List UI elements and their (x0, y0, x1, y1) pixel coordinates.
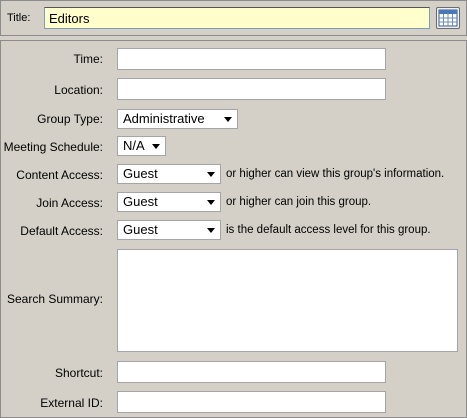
join-access-value: Guest (123, 194, 158, 209)
join-access-label: Join Access: (36, 196, 103, 210)
title-label: Title: (7, 12, 31, 24)
shortcut-label: Shortcut: (54, 366, 103, 380)
title-bar: Title: (0, 0, 467, 36)
external-id-input[interactable] (117, 391, 386, 413)
title-input[interactable] (44, 7, 430, 29)
calendar-button[interactable] (436, 7, 460, 29)
shortcut-input[interactable] (117, 361, 386, 383)
meeting-schedule-value: N/A (123, 138, 145, 153)
default-access-value: Guest (123, 222, 158, 237)
content-access-value: Guest (123, 166, 158, 181)
group-properties-panel: Time: Location: Group Type: Administrati… (0, 40, 467, 418)
default-access-label: Default Access: (20, 224, 103, 238)
time-label: Time: (73, 52, 103, 66)
time-input[interactable] (117, 48, 386, 70)
chevron-down-icon (152, 144, 160, 149)
join-access-select[interactable]: Guest (117, 192, 221, 212)
chevron-down-icon (224, 117, 232, 122)
external-id-label: External ID: (40, 396, 103, 410)
group-type-value: Administrative (123, 111, 205, 126)
location-input[interactable] (117, 78, 386, 100)
join-access-description: or higher can join this group. (226, 196, 372, 208)
chevron-down-icon (207, 228, 215, 233)
group-type-label: Group Type: (37, 112, 103, 126)
calendar-icon (438, 9, 458, 27)
search-summary-label: Search Summary: (6, 292, 103, 306)
default-access-select[interactable]: Guest (117, 220, 221, 240)
default-access-description: is the default access level for this gro… (226, 224, 431, 236)
group-type-select[interactable]: Administrative (117, 109, 238, 129)
meeting-schedule-label: Meeting Schedule: (3, 140, 103, 154)
chevron-down-icon (207, 200, 215, 205)
content-access-description: or higher can view this group's informat… (226, 168, 445, 180)
chevron-down-icon (207, 172, 215, 177)
content-access-select[interactable]: Guest (117, 164, 221, 184)
search-summary-textarea[interactable] (117, 249, 458, 352)
location-label: Location: (54, 83, 103, 97)
meeting-schedule-select[interactable]: N/A (117, 136, 166, 156)
content-access-label: Content Access: (16, 168, 103, 182)
